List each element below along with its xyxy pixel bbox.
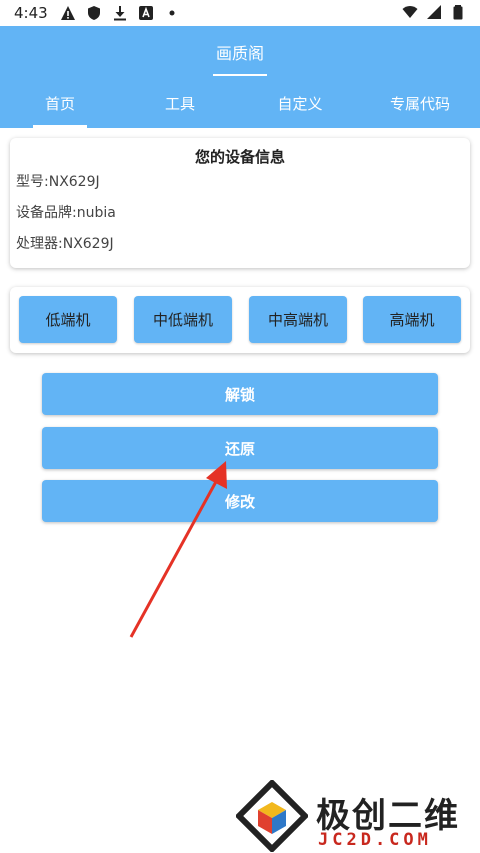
a-icon (138, 6, 153, 20)
watermark: 极创二维 JC2D.COM (236, 778, 476, 852)
device-info-title: 您的设备信息 (194, 148, 285, 166)
device-processor: 处理器:NX629J (16, 236, 114, 252)
device-brand: 设备品牌:nubia (16, 205, 116, 221)
status-icons-left (60, 5, 180, 21)
battery-icon (453, 5, 463, 20)
device-info-card: 您的设备信息 型号:NX629J 设备品牌:nubia 处理器:NX629J (10, 138, 470, 268)
signal-icon (427, 5, 441, 19)
wifi-icon (402, 6, 418, 18)
dot-icon (169, 10, 175, 16)
tab-custom[interactable]: 自定义 (240, 78, 360, 128)
status-bar: 4:43 (0, 0, 480, 26)
warning-icon (60, 6, 75, 20)
tier-mid-low-button[interactable]: 中低端机 (134, 296, 232, 343)
tab-bar: 首页 工具 自定义 专属代码 (0, 78, 480, 128)
app-header: 画质阁 (0, 26, 480, 78)
shield-icon (87, 6, 100, 20)
app-title: 画质阁 (215, 44, 264, 63)
tier-high-button[interactable]: 高端机 (363, 296, 461, 343)
status-icons-right (402, 4, 466, 20)
status-time: 4:43 (14, 4, 48, 22)
tab-home[interactable]: 首页 (0, 78, 120, 128)
watermark-subtitle: JC2D.COM (318, 830, 432, 850)
device-model: 型号:NX629J (16, 174, 100, 190)
unlock-button[interactable]: 解锁 (42, 373, 438, 415)
modify-button[interactable]: 修改 (42, 480, 438, 522)
tier-low-button[interactable]: 低端机 (19, 296, 117, 343)
download-icon (113, 6, 126, 21)
tier-mid-high-button[interactable]: 中高端机 (249, 296, 347, 343)
watermark-logo-icon (236, 780, 308, 852)
restore-button[interactable]: 还原 (42, 427, 438, 469)
tab-tools[interactable]: 工具 (120, 78, 240, 128)
tab-exclusive-code[interactable]: 专属代码 (360, 78, 480, 128)
device-tier-card: 低端机 中低端机 中高端机 高端机 (10, 287, 470, 353)
title-underline (213, 74, 267, 76)
